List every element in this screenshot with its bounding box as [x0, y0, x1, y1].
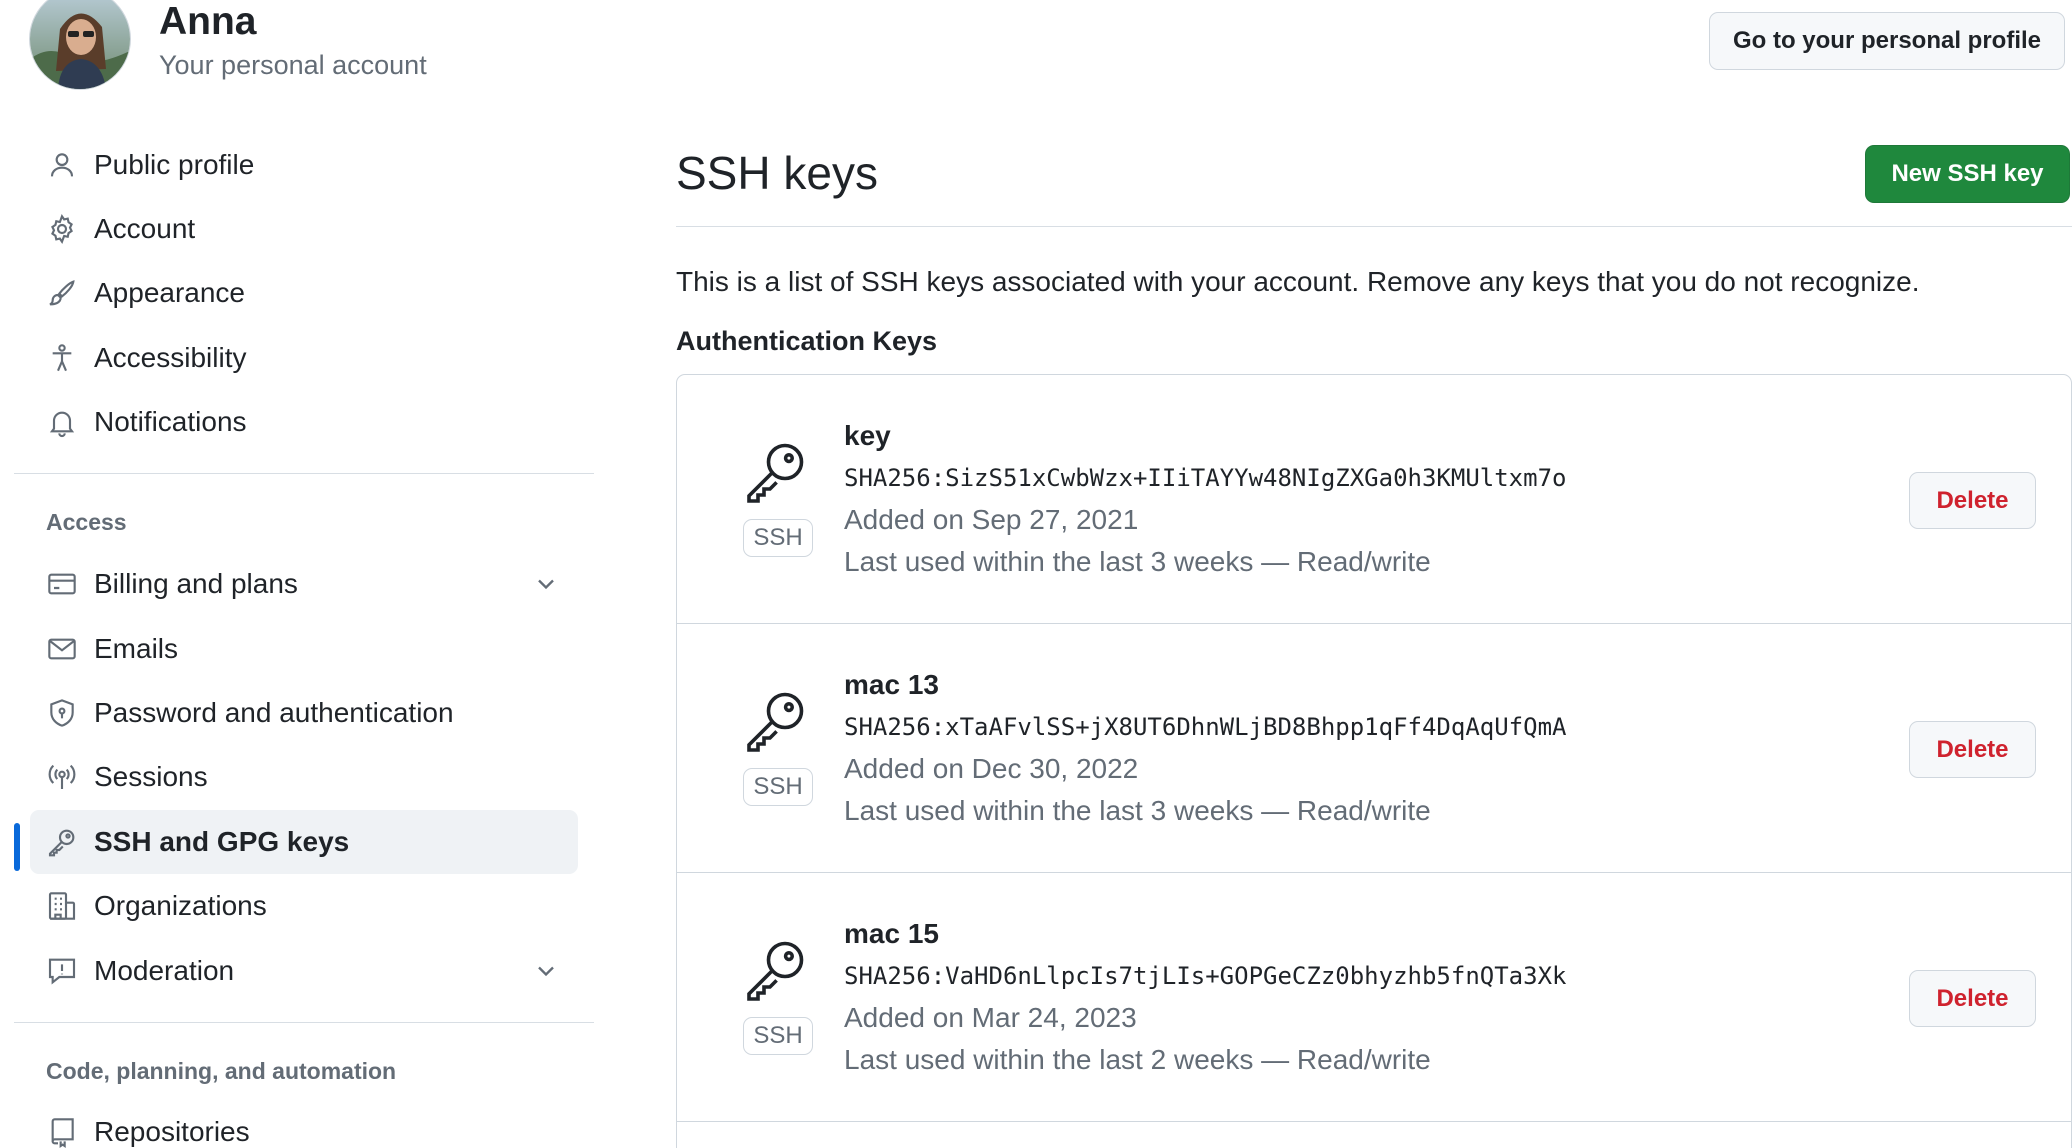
ssh-key-row: SSH key SHA256:SizS51xCwbWzx+IIiTAYYw48N…: [677, 375, 2071, 624]
key-last-used: Last used within the last 3 weeks — Read…: [844, 546, 1431, 577]
key-fingerprint: SHA256:xTaAFvlSS+jX8UT6DhnWLjBD8Bhpp1qFf…: [844, 713, 1567, 741]
key-icon: [740, 684, 812, 756]
section-heading: Authentication Keys: [676, 326, 938, 356]
key-fingerprint: SHA256:SizS51xCwbWzx+IIiTAYYw48NIgZXGa0h…: [844, 464, 1567, 492]
avatar[interactable]: [29, 0, 131, 90]
key-last-used: Last used within the last 3 weeks — Read…: [844, 795, 1431, 826]
sidebar-item-public-profile[interactable]: Public profile: [30, 133, 578, 197]
sidebar-divider: [14, 473, 594, 474]
intro-text: This is a list of SSH keys associated wi…: [676, 266, 1920, 297]
go-to-profile-button[interactable]: Go to your personal profile: [1709, 12, 2065, 70]
sidebar-item-label: Notifications: [94, 406, 247, 437]
gear-icon: [46, 213, 78, 245]
sidebar-item-label: Organizations: [94, 890, 267, 921]
credit-card-icon: [46, 568, 78, 600]
key-title: key: [844, 420, 891, 451]
sidebar-heading-access: Access: [46, 509, 127, 535]
sidebar-item-appearance[interactable]: Appearance: [30, 261, 578, 325]
ssh-key-row: SSH mac 15 SHA256:VaHD6nLlpcIs7tjLIs+GOP…: [677, 873, 2071, 1122]
ssh-key-list: SSH key SHA256:SizS51xCwbWzx+IIiTAYYw48N…: [676, 374, 2072, 1148]
sidebar-item-emails[interactable]: Emails: [30, 617, 578, 681]
delete-key-button[interactable]: Delete: [1909, 721, 2036, 778]
shield-icon: [46, 697, 78, 729]
key-icon: [46, 826, 78, 858]
chevron-down-icon[interactable]: [532, 957, 560, 985]
sidebar-item-accessibility[interactable]: Accessibility: [30, 326, 578, 390]
page-title: SSH keys: [676, 147, 878, 199]
delete-key-button[interactable]: Delete: [1909, 472, 2036, 529]
accessibility-icon: [46, 342, 78, 374]
paintbrush-icon: [46, 277, 78, 309]
sidebar-item-ssh-gpg-keys[interactable]: SSH and GPG keys: [30, 810, 578, 874]
report-icon: [46, 955, 78, 987]
mail-icon: [46, 633, 78, 665]
ssh-badge: SSH: [743, 519, 813, 557]
key-title: mac 13: [844, 669, 939, 700]
ssh-key-row: SSH mac 13 SHA256:xTaAFvlSS+jX8UT6DhnWLj…: [677, 624, 2071, 873]
person-icon: [46, 149, 78, 181]
key-title: mac 15: [844, 918, 939, 949]
bell-icon: [46, 406, 78, 438]
key-icon: [740, 435, 812, 507]
sidebar-item-label: Sessions: [94, 761, 208, 792]
organization-icon: [46, 890, 78, 922]
key-added-date: Added on Mar 24, 2023: [844, 1002, 1137, 1033]
sidebar-divider: [14, 1022, 594, 1023]
sidebar-item-organizations[interactable]: Organizations: [30, 874, 578, 938]
settings-page: Anna Your personal account Go to your pe…: [0, 0, 2072, 1148]
key-icon: [740, 933, 812, 1005]
sidebar-item-label: Billing and plans: [94, 568, 298, 599]
title-divider: [676, 226, 2072, 227]
sidebar-item-label: SSH and GPG keys: [94, 826, 350, 857]
sidebar-item-repositories[interactable]: Repositories: [30, 1100, 578, 1148]
sidebar-item-sessions[interactable]: Sessions: [30, 745, 578, 809]
user-subtitle: Your personal account: [159, 50, 427, 80]
key-last-used: Last used within the last 2 weeks — Read…: [844, 1044, 1431, 1075]
sidebar-item-label: Public profile: [94, 149, 255, 180]
ssh-badge: SSH: [743, 1017, 813, 1055]
sidebar-item-label: Password and authentication: [94, 697, 454, 728]
sidebar-item-label: Appearance: [94, 277, 246, 308]
new-ssh-key-button[interactable]: New SSH key: [1865, 145, 2070, 203]
avatar-image: [30, 0, 130, 89]
ssh-badge: SSH: [743, 768, 813, 806]
sidebar-item-label: Accessibility: [94, 342, 247, 373]
chevron-down-icon[interactable]: [532, 570, 560, 598]
broadcast-icon: [46, 761, 78, 793]
sidebar-item-password[interactable]: Password and authentication: [30, 681, 578, 745]
sidebar-item-label: Account: [94, 213, 196, 244]
sidebar-item-notifications[interactable]: Notifications: [30, 390, 578, 454]
sidebar-item-account[interactable]: Account: [30, 197, 578, 261]
sidebar-item-label: Emails: [94, 633, 179, 664]
repo-icon: [46, 1116, 78, 1148]
key-fingerprint: SHA256:VaHD6nLlpcIs7tjLIs+GOPGeCZz0bhyzh…: [844, 962, 1567, 990]
delete-key-button[interactable]: Delete: [1909, 970, 2036, 1027]
sidebar-heading-code: Code, planning, and automation: [46, 1058, 397, 1084]
active-indicator: [14, 823, 20, 871]
sidebar-item-label: Moderation: [94, 955, 235, 986]
key-added-date: Added on Sep 27, 2021: [844, 504, 1139, 535]
key-added-date: Added on Dec 30, 2022: [844, 753, 1139, 784]
sidebar-item-moderation[interactable]: Moderation: [30, 939, 578, 1003]
user-name[interactable]: Anna: [159, 0, 257, 44]
sidebar-item-billing[interactable]: Billing and plans: [30, 552, 578, 616]
sidebar-item-label: Repositories: [94, 1116, 250, 1147]
